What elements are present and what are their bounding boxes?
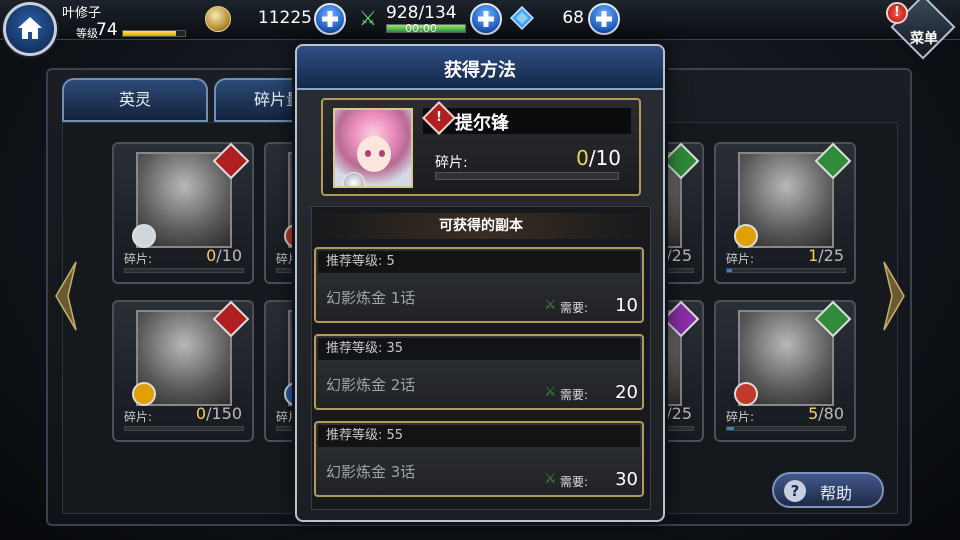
shard-bar-fill xyxy=(727,269,732,272)
gem-icon xyxy=(510,6,534,30)
hero-eye-left xyxy=(365,150,371,157)
acquire-method-dialog: 获得方法 ! 提尔锋 碎片: 0/10 可获得的副本 推荐等级: 5 幻影炼金 … xyxy=(295,44,665,522)
shard-count: 0/150 xyxy=(196,404,242,423)
hero-face xyxy=(357,136,391,172)
question-icon: ? xyxy=(784,480,806,502)
hero-shard-bar xyxy=(435,172,619,180)
hero-shard-label: 碎片: xyxy=(435,155,468,171)
xp-bar-fill xyxy=(123,31,177,36)
level-label: 等级 xyxy=(76,27,98,40)
shard-current: 1 xyxy=(808,246,819,265)
shard-bar xyxy=(726,268,846,273)
hero-eye-right xyxy=(379,150,385,157)
home-icon xyxy=(18,17,42,39)
shard-max: /150 xyxy=(206,404,242,423)
shard-max: /25 xyxy=(666,246,692,265)
hero-card[interactable]: 碎片: 0/150 xyxy=(112,300,254,442)
shard-bar xyxy=(124,268,244,273)
xp-bar xyxy=(122,30,186,37)
stage-cost: 30 xyxy=(615,469,638,490)
coin-icon xyxy=(205,6,231,32)
shard-count: 1/25 xyxy=(808,246,844,265)
shard-current: 0 xyxy=(195,404,207,423)
add-gems-button[interactable] xyxy=(588,3,620,35)
hero-card[interactable]: 碎片: 1/25 xyxy=(714,142,856,284)
hero-alert-mark: ! xyxy=(436,110,442,125)
menu-label: 菜单 xyxy=(910,31,938,47)
add-stamina-button[interactable] xyxy=(470,3,502,35)
stage-entry-1[interactable]: 推荐等级: 5 幻影炼金 1话 ⚔ 需要: 10 xyxy=(314,247,644,323)
shard-max: /25 xyxy=(666,404,692,423)
stage-cost-label: 需要: xyxy=(560,475,589,489)
shard-current: 5 xyxy=(808,404,819,423)
element-badge-icon xyxy=(734,382,758,406)
help-button[interactable]: ? 帮助 xyxy=(772,472,884,508)
add-coins-button[interactable] xyxy=(314,3,346,35)
hero-card[interactable]: 碎片: 0/10 xyxy=(112,142,254,284)
shard-max: /80 xyxy=(818,404,844,423)
home-button[interactable] xyxy=(3,2,57,56)
stage-entry-3[interactable]: 推荐等级: 55 幻影炼金 3话 ⚔ 需要: 30 xyxy=(314,421,644,497)
shard-count: /25 xyxy=(666,404,692,423)
stamina-count: 928/134 xyxy=(386,3,457,23)
stage-name: 幻影炼金 1话 xyxy=(326,289,416,307)
shard-max: /10 xyxy=(216,246,242,265)
shard-label: 碎片: xyxy=(124,252,153,266)
gem-count: 68 xyxy=(562,8,584,28)
hero-card[interactable]: 碎片: 5/80 xyxy=(714,300,856,442)
player-level: 74 xyxy=(96,20,118,40)
hero-portrait xyxy=(333,108,413,188)
shard-max: /25 xyxy=(818,246,844,265)
shard-label: 碎片: xyxy=(124,410,153,424)
shard-label: 碎片: xyxy=(726,252,755,266)
hero-shard-current: 0 xyxy=(576,146,589,170)
prev-page-arrow-icon[interactable] xyxy=(52,260,80,332)
coin-count: 11225 xyxy=(257,8,312,28)
hero-name: 提尔锋 xyxy=(455,113,509,134)
stage-cost-label: 需要: xyxy=(560,301,589,315)
element-badge-icon xyxy=(734,224,758,248)
shard-count: 0/10 xyxy=(206,246,242,265)
shard-bar xyxy=(124,426,244,431)
dialog-header: 获得方法 xyxy=(297,46,663,90)
stage-cost: 10 xyxy=(615,295,638,316)
available-stages-title: 可获得的副本 xyxy=(312,213,650,239)
stage-cost: 20 xyxy=(615,382,638,403)
shard-label: 碎片: xyxy=(726,410,755,424)
shard-count: 5/80 xyxy=(808,404,844,423)
element-badge-icon xyxy=(132,224,156,248)
next-page-arrow-icon[interactable] xyxy=(880,260,908,332)
top-bar: 叶修子 等级 74 11225 ⚔ 928/134 00:00 68 xyxy=(0,0,960,40)
stage-cost-label: 需要: xyxy=(560,388,589,402)
hero-info-box: ! 提尔锋 碎片: 0/10 xyxy=(321,98,641,196)
shard-bar-fill xyxy=(727,427,735,430)
help-label: 帮助 xyxy=(820,484,853,503)
available-stages-panel: 可获得的副本 推荐等级: 5 幻影炼金 1话 ⚔ 需要: 10 推荐等级: 35… xyxy=(311,206,651,510)
light-element-icon xyxy=(343,172,365,186)
menu-button[interactable]: 菜单 ! xyxy=(884,0,958,62)
shard-bar xyxy=(726,426,846,431)
stage-name: 幻影炼金 3话 xyxy=(326,463,416,481)
shard-current: 0 xyxy=(206,246,217,265)
shard-count: /25 xyxy=(666,246,692,265)
stage-entry-2[interactable]: 推荐等级: 35 幻影炼金 2话 ⚔ 需要: 20 xyxy=(314,334,644,410)
hero-shard-max: /10 xyxy=(588,146,621,170)
player-name: 叶修子 xyxy=(62,6,102,21)
stage-recommended-level: 推荐等级: 35 xyxy=(318,338,640,360)
stage-recommended-level: 推荐等级: 55 xyxy=(318,425,640,447)
hero-shard-count: 0/10 xyxy=(563,146,621,170)
stage-recommended-level: 推荐等级: 5 xyxy=(318,251,640,273)
tab-heroes[interactable]: 英灵 xyxy=(62,78,208,122)
stamina-icon: ⚔ xyxy=(359,6,377,30)
stage-name: 幻影炼金 2话 xyxy=(326,376,416,394)
dialog-title: 获得方法 xyxy=(444,60,516,81)
alert-icon: ! xyxy=(886,2,908,24)
stamina-timer: 00:00 xyxy=(405,22,437,35)
element-badge-icon xyxy=(132,382,156,406)
